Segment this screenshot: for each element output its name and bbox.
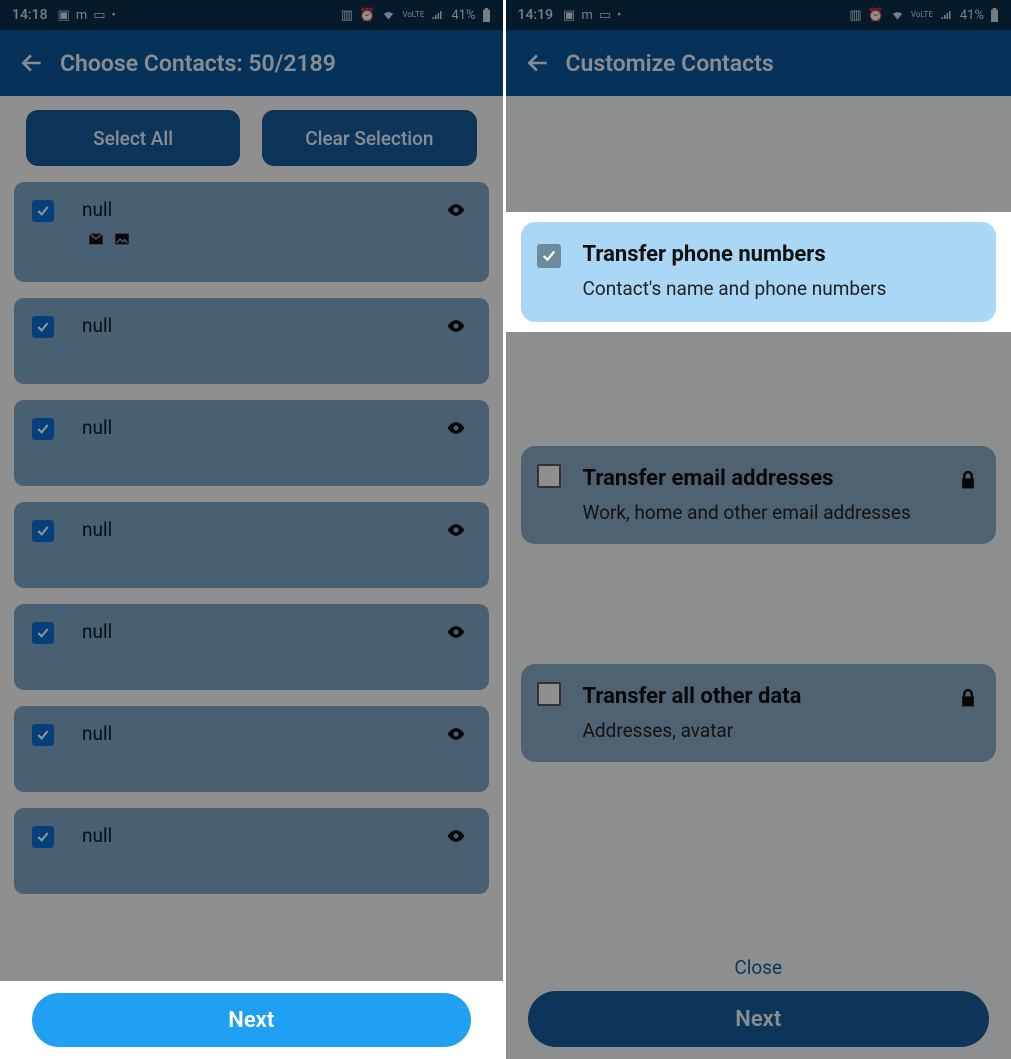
contact-card[interactable]: null	[14, 706, 489, 792]
dot-icon: •	[617, 8, 621, 23]
m-icon: m	[581, 8, 592, 23]
contact-checkbox[interactable]	[32, 826, 54, 848]
preview-icon[interactable]	[441, 724, 471, 744]
option-title: Transfer all other data	[583, 684, 802, 709]
nfc-icon: ▥	[341, 8, 353, 23]
contact-card[interactable]: null	[14, 604, 489, 690]
contact-checkbox[interactable]	[32, 418, 54, 440]
contact-name: null	[82, 824, 441, 847]
photo-icon	[112, 231, 132, 247]
app-bar: Choose Contacts: 50/2189	[0, 30, 503, 96]
option-checkbox[interactable]	[537, 244, 561, 268]
highlighted-option-wrap: Transfer phone numbers Contact's name an…	[506, 212, 1011, 332]
preview-icon[interactable]	[441, 520, 471, 540]
contact-card[interactable]: null	[14, 182, 489, 282]
status-time: 14:18	[12, 7, 48, 23]
wifi-icon	[381, 9, 396, 21]
signal-icon	[430, 9, 445, 21]
lock-icon	[958, 686, 978, 710]
clear-selection-button[interactable]: Clear Selection	[262, 110, 476, 166]
contact-checkbox[interactable]	[32, 200, 54, 222]
option-title: Transfer phone numbers	[583, 242, 887, 267]
contact-checkbox[interactable]	[32, 622, 54, 644]
status-left-icons: ▣ m ▭ •	[563, 8, 621, 23]
nfc-icon: ▥	[849, 8, 861, 23]
option-title: Transfer email addresses	[583, 466, 911, 491]
back-button[interactable]	[10, 50, 54, 76]
contact-name: null	[82, 620, 441, 643]
contact-name: null	[82, 314, 441, 337]
preview-icon[interactable]	[441, 418, 471, 438]
volte-icon: VoLTE	[402, 11, 424, 19]
option-subtitle: Contact's name and phone numbers	[583, 277, 887, 300]
card-icon: ▭	[93, 8, 105, 23]
signal-icon	[939, 9, 954, 21]
status-bar: 14:18 ▣ m ▭ • ▥ ⏰ VoLTE 41%	[0, 0, 503, 30]
battery-icon	[990, 8, 999, 22]
card-icon: ▭	[599, 8, 611, 23]
dot-icon: •	[112, 8, 116, 23]
option-checkbox[interactable]	[537, 464, 561, 488]
contact-name: null	[82, 416, 441, 439]
next-bar: Next	[0, 981, 503, 1059]
preview-icon[interactable]	[441, 622, 471, 642]
wifi-icon	[890, 9, 905, 21]
status-time: 14:19	[518, 7, 554, 23]
alarm-icon: ⏰	[868, 8, 884, 23]
next-button[interactable]: Next	[528, 991, 990, 1047]
contact-card[interactable]: null	[14, 502, 489, 588]
contact-card[interactable]: null	[14, 400, 489, 486]
contact-card[interactable]: null	[14, 298, 489, 384]
status-right-icons: ▥ ⏰ VoLTE 41%	[849, 8, 999, 23]
preview-icon[interactable]	[441, 316, 471, 336]
lock-icon	[958, 468, 978, 492]
option-transfer-other[interactable]: Transfer all other data Addresses, avata…	[521, 664, 997, 762]
contact-name: null	[82, 198, 441, 221]
gallery-icon: ▣	[563, 8, 575, 23]
gallery-icon: ▣	[58, 8, 70, 23]
battery-icon	[482, 8, 491, 22]
volte-icon: VoLTE	[911, 11, 933, 19]
close-link[interactable]: Close	[728, 950, 788, 985]
option-subtitle: Work, home and other email addresses	[583, 501, 911, 524]
m-icon: m	[76, 8, 87, 23]
battery-text: 41%	[451, 8, 475, 23]
status-right-icons: ▥ ⏰ VoLTE 41%	[341, 8, 491, 23]
contact-checkbox[interactable]	[32, 316, 54, 338]
screen-choose-contacts: 14:18 ▣ m ▭ • ▥ ⏰ VoLTE 41%	[0, 0, 506, 1059]
alarm-icon: ⏰	[359, 8, 375, 23]
page-title: Choose Contacts: 50/2189	[60, 50, 336, 77]
preview-icon[interactable]	[441, 200, 471, 220]
status-bar: 14:19 ▣ m ▭ • ▥ ⏰ VoLTE 41%	[506, 0, 1011, 30]
screen-customize-contacts: 14:19 ▣ m ▭ • ▥ ⏰ VoLTE 41% Custom	[506, 0, 1011, 1059]
contact-name: null	[82, 518, 441, 541]
contact-checkbox[interactable]	[32, 520, 54, 542]
email-icon	[86, 231, 106, 247]
page-title: Customize Contacts	[566, 50, 774, 77]
contact-checkbox[interactable]	[32, 724, 54, 746]
option-transfer-phone[interactable]: Transfer phone numbers Contact's name an…	[521, 222, 997, 322]
preview-icon[interactable]	[441, 826, 471, 846]
battery-text: 41%	[960, 8, 984, 23]
next-button[interactable]: Next	[32, 993, 471, 1047]
contact-card[interactable]: null	[14, 808, 489, 894]
contact-name: null	[82, 722, 441, 745]
app-bar: Customize Contacts	[506, 30, 1011, 96]
select-all-button[interactable]: Select All	[26, 110, 240, 166]
option-transfer-email[interactable]: Transfer email addresses Work, home and …	[521, 446, 997, 544]
option-checkbox[interactable]	[537, 682, 561, 706]
contacts-list: null	[0, 176, 503, 894]
option-subtitle: Addresses, avatar	[583, 719, 802, 742]
status-left-icons: ▣ m ▭ •	[58, 8, 116, 23]
back-button[interactable]	[516, 50, 560, 76]
